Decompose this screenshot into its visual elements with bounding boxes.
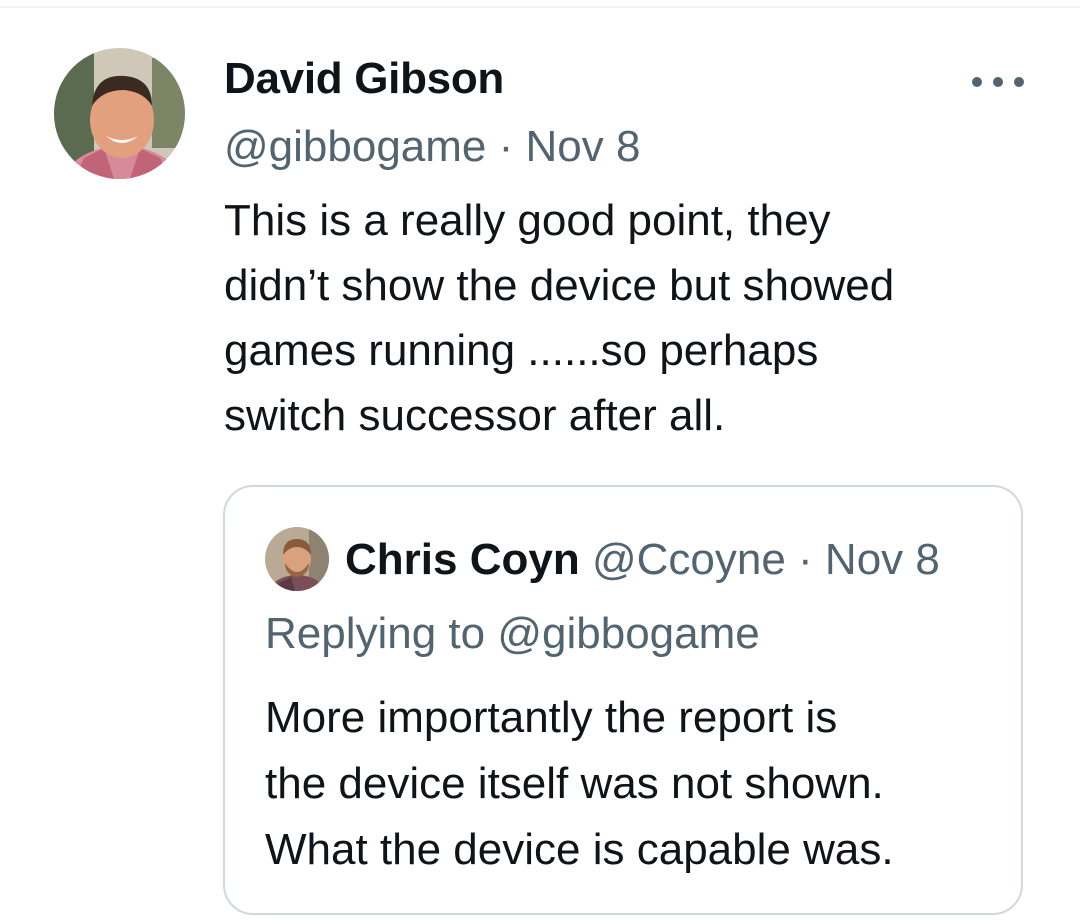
more-options-button[interactable]	[968, 62, 1028, 102]
author-avatar[interactable]	[54, 48, 185, 179]
quoted-text-line: the device itself was not shown.	[265, 759, 884, 808]
quoted-text-line: More importantly the report is	[265, 693, 838, 742]
quoted-author-name[interactable]: Chris Coyn	[345, 535, 580, 584]
quoted-author-handle[interactable]: @Ccoyne	[592, 535, 786, 585]
quoted-tweet-card[interactable]: Chris Coyn @Ccoyne · Nov 8 Replying to @…	[223, 485, 1023, 915]
author-name[interactable]: David Gibson	[224, 54, 504, 104]
quoted-author-avatar-image	[265, 527, 329, 591]
quoted-meta-separator: ·	[798, 535, 813, 584]
meta-separator: ·	[498, 122, 514, 171]
author-avatar-image	[54, 48, 185, 179]
tweet-text: This is a really good point, they didn’t…	[224, 188, 1044, 448]
more-horizontal-icon	[972, 77, 1024, 87]
tweet-text-line: switch successor after all.	[224, 391, 726, 440]
tweet-date[interactable]: Nov 8	[526, 122, 641, 171]
replying-to: Replying to @gibbogame	[265, 609, 760, 658]
tweet-text-line: didn’t show the device but showed	[224, 261, 895, 310]
quoted-text-line: What the device is capable was.	[265, 825, 894, 874]
quoted-tweet-date[interactable]: Nov 8	[825, 535, 940, 584]
quoted-author-avatar[interactable]	[265, 527, 329, 591]
quoted-tweet-header: Chris Coyn @Ccoyne · Nov 8	[345, 535, 940, 585]
tweet-text-line: This is a really good point, they	[224, 196, 831, 245]
tweet-text-line: games running ......so perhaps	[224, 326, 819, 375]
author-handle[interactable]: @gibbogame	[224, 122, 486, 171]
top-divider	[0, 6, 1080, 8]
tweet-meta: @gibbogame · Nov 8	[224, 122, 640, 172]
quoted-tweet-text: More importantly the report is the devic…	[265, 685, 1005, 883]
